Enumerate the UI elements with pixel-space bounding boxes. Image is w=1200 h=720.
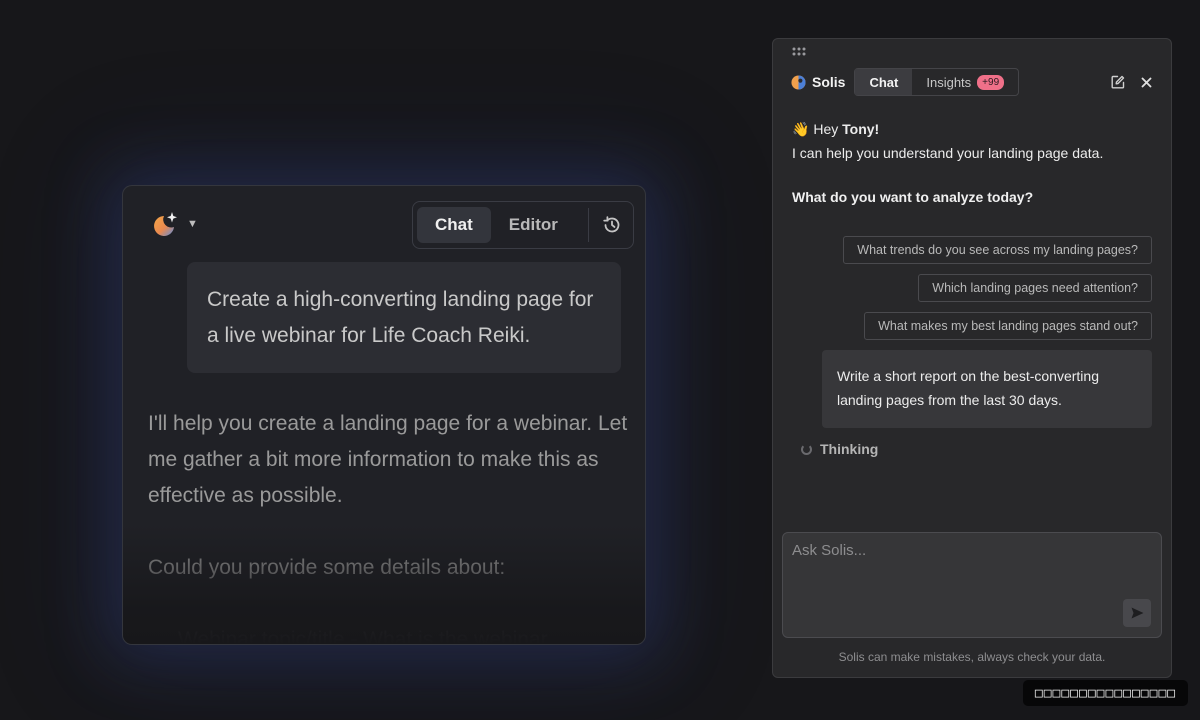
thinking-indicator: Thinking xyxy=(801,441,878,457)
panel-tabs: Chat Insights +99 xyxy=(854,68,1020,96)
tab-insights[interactable]: Insights +99 xyxy=(912,69,1018,95)
suggestion-chip[interactable]: What trends do you see across my landing… xyxy=(843,236,1152,264)
view-toggle: Chat Editor xyxy=(412,201,634,249)
chat-input[interactable] xyxy=(792,542,1112,602)
toggle-divider xyxy=(588,208,589,242)
assistant-paragraph: I'll help you create a landing page for … xyxy=(148,412,628,507)
history-icon xyxy=(603,216,620,233)
grip-icon xyxy=(792,47,806,56)
insights-count-badge: +99 xyxy=(977,74,1005,90)
assistant-paragraph: Could you provide some details about: xyxy=(148,556,506,579)
chat-input-box xyxy=(782,532,1162,638)
app-stage: ▼ Chat Editor Create a high-converting l… xyxy=(0,0,1200,720)
model-selector[interactable]: ▼ xyxy=(151,210,201,238)
assistant-reply: I'll help you create a landing page for … xyxy=(148,406,628,645)
wave-icon: 👋 xyxy=(792,121,810,137)
close-button[interactable] xyxy=(1139,75,1153,89)
chevron-down-icon: ▼ xyxy=(187,218,198,230)
suggestion-chip[interactable]: What makes my best landing pages stand o… xyxy=(864,312,1152,340)
status-text: Thinking xyxy=(820,441,879,457)
assistant-bullet: Webinar topic/title - What is the webina… xyxy=(178,628,548,645)
tab-editor[interactable]: Editor xyxy=(491,207,576,243)
solis-panel: Solis Chat Insights +99 👋 Hey Tony! I ca… xyxy=(772,38,1172,678)
tab-insights-label: Insights xyxy=(926,74,972,90)
brand-name: Solis xyxy=(812,74,846,90)
brand: Solis xyxy=(791,74,845,90)
solis-logo-icon xyxy=(791,74,806,90)
prompt-question: What do you want to analyze today? xyxy=(792,189,1034,205)
panel-header: Solis Chat Insights +99 xyxy=(791,67,1153,97)
user-message-bubble: Create a high-converting landing page fo… xyxy=(187,262,621,373)
ai-logo-icon xyxy=(154,212,177,236)
panel-actions xyxy=(1111,75,1153,89)
history-button[interactable] xyxy=(595,207,629,243)
disclaimer: Solis can make mistakes, always check yo… xyxy=(838,650,1106,664)
greeting: 👋 Hey Tony! I can help you understand yo… xyxy=(792,117,1153,165)
tab-chat[interactable]: Chat xyxy=(855,69,913,95)
greeting-intro: I can help you understand your landing p… xyxy=(792,145,1104,161)
suggestion-chip[interactable]: Which landing pages need attention? xyxy=(918,274,1152,302)
tab-chat[interactable]: Chat xyxy=(417,207,491,243)
ai-chat-card: ▼ Chat Editor Create a high-converting l… xyxy=(122,185,646,645)
edit-icon xyxy=(1111,75,1125,89)
user-name: Tony! xyxy=(842,121,880,137)
close-icon xyxy=(1141,77,1151,87)
send-icon xyxy=(1131,607,1143,619)
new-chat-button[interactable] xyxy=(1111,75,1125,89)
spinner-icon xyxy=(801,443,812,455)
toast: □□□□□□□□□□□□□□□□ xyxy=(1023,680,1188,706)
greeting-prefix: Hey xyxy=(813,121,839,137)
drag-handle[interactable] xyxy=(791,45,807,57)
user-message: Write a short report on the best-convert… xyxy=(822,350,1152,428)
send-button[interactable] xyxy=(1123,599,1151,627)
